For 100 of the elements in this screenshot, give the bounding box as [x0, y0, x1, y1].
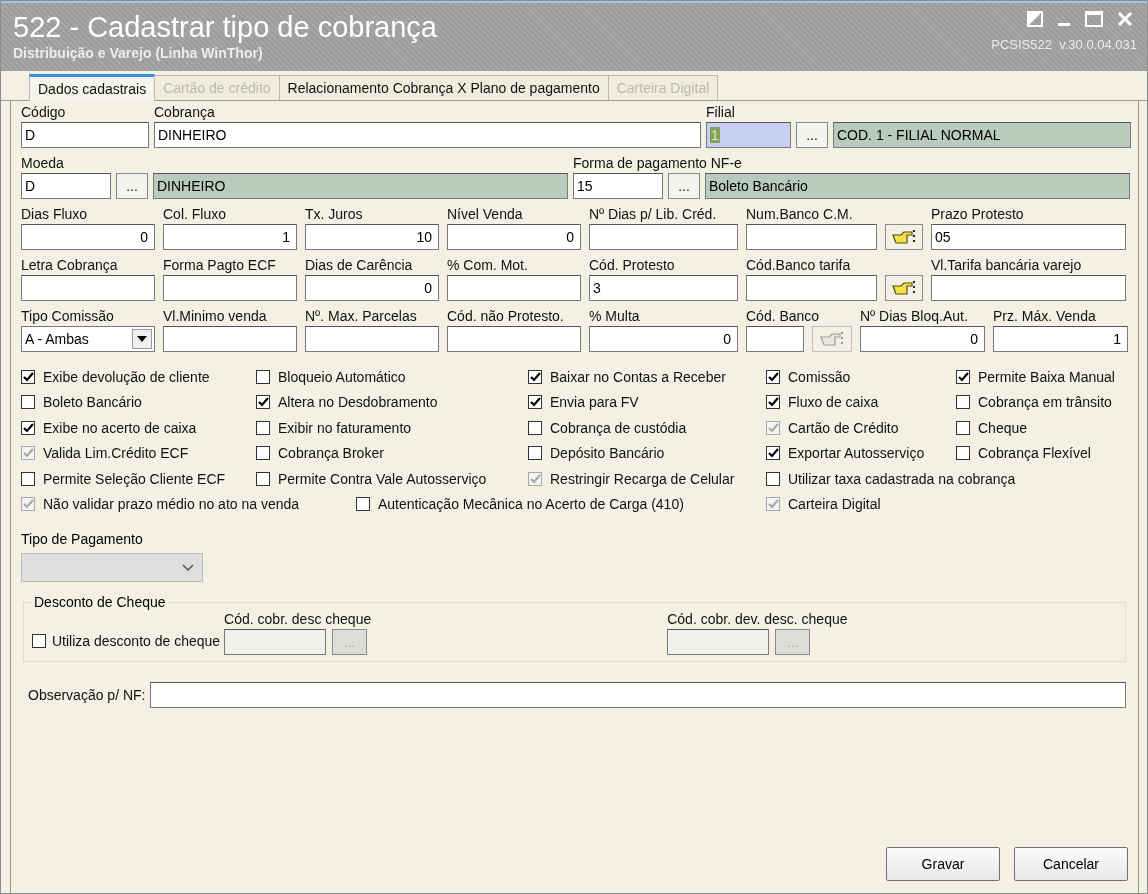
lookup-button[interactable]: ...	[116, 173, 148, 199]
tab[interactable]: Dados cadastrais	[29, 74, 156, 101]
checkbox[interactable]	[766, 395, 780, 410]
checkbox-label: Permite Contra Vale Autosserviço	[278, 470, 487, 487]
input-field[interactable]	[746, 224, 877, 250]
dropdown-arrow-icon	[137, 336, 147, 342]
checkbox[interactable]	[766, 471, 780, 486]
picker-button[interactable]	[885, 275, 923, 301]
field-label: Prazo Protesto	[931, 205, 1025, 224]
input-field[interactable]: 10	[305, 224, 439, 250]
input-field[interactable]: 3	[589, 275, 738, 301]
input-field[interactable]	[21, 275, 155, 301]
input-field[interactable]: D	[21, 173, 111, 199]
checkbox[interactable]	[956, 420, 970, 435]
input-field[interactable]	[224, 629, 327, 655]
checkbox[interactable]	[356, 497, 370, 512]
field-label: Filial	[706, 103, 736, 122]
dropdown[interactable]: A - Ambas	[21, 326, 155, 352]
checkbox-label: Utilizar taxa cadastrada na cobrança	[788, 470, 1016, 487]
field-label: Cód. cobr. dev. desc. cheque	[667, 610, 848, 629]
checkbox-label: Exportar Autosserviço	[788, 445, 925, 462]
field-label: Col. Fluxo	[163, 205, 228, 224]
checkbox[interactable]	[21, 395, 35, 410]
checkbox[interactable]	[256, 446, 270, 461]
input-field[interactable]: 05	[931, 224, 1126, 250]
input-field[interactable]: 0	[447, 224, 581, 250]
pointing-hand-icon	[819, 330, 845, 348]
checkbox[interactable]	[528, 446, 542, 461]
half-square-icon[interactable]	[1027, 11, 1043, 27]
input-field[interactable]	[589, 224, 738, 250]
field-label: Nível Venda	[447, 205, 524, 224]
field-label: Código	[21, 103, 67, 122]
readonly-field: DINHEIRO	[153, 173, 568, 199]
field-label: Cód. cobr. desc cheque	[224, 610, 372, 629]
tab[interactable]: Relacionamento Cobrança X Plano de pagamento	[278, 75, 609, 100]
checkbox[interactable]	[956, 446, 970, 461]
close-icon[interactable]	[1117, 11, 1133, 27]
input-field[interactable]: 0	[589, 326, 738, 352]
field-label: % Multa	[589, 307, 641, 326]
input-field[interactable]: DINHEIRO	[154, 122, 701, 148]
input-field[interactable]: 1	[993, 326, 1128, 352]
checkbox[interactable]	[256, 420, 270, 435]
maximize-icon[interactable]	[1085, 11, 1103, 27]
field-label: Cód.Banco tarifa	[746, 256, 852, 275]
checkbox[interactable]	[21, 369, 35, 384]
group-title: Desconto de Cheque	[33, 594, 167, 610]
input-field[interactable]: 0	[305, 275, 439, 301]
input-field[interactable]	[746, 326, 804, 352]
checkbox[interactable]	[256, 395, 270, 410]
input-field[interactable]	[447, 275, 581, 301]
checkbox[interactable]	[956, 369, 970, 384]
checkbox-label: Boleto Bancário	[43, 394, 142, 411]
field-label: Cód. Protesto	[589, 256, 676, 275]
input-field[interactable]	[163, 326, 297, 352]
checkbox[interactable]	[21, 471, 35, 486]
field-label: Nº Dias p/ Lib. Créd.	[589, 205, 718, 224]
checkbox-label: Depósito Bancário	[550, 445, 665, 462]
checkbox-label: Carteira Digital	[788, 496, 881, 513]
input-field[interactable]	[746, 275, 877, 301]
checkbox-label: Cobrança Broker	[278, 445, 384, 462]
field-label: Tipo de Pagamento	[21, 531, 144, 549]
lookup-button[interactable]: ...	[796, 122, 828, 148]
checkbox[interactable]	[32, 634, 46, 648]
checkbox[interactable]	[766, 446, 780, 461]
checkbox[interactable]	[766, 369, 780, 384]
checkbox-label: Exibe devolução de cliente	[43, 368, 210, 385]
checkbox[interactable]	[956, 395, 970, 410]
field-label: Forma de pagamento NF-e	[573, 154, 742, 173]
input-field[interactable]: 15	[573, 173, 663, 199]
input-field[interactable]	[149, 682, 1126, 708]
input-field[interactable]	[163, 275, 297, 301]
lookup-button[interactable]: ...	[668, 173, 700, 199]
checkbox[interactable]	[256, 471, 270, 486]
input-field[interactable]	[447, 326, 581, 352]
field-label: Nº. Max. Parcelas	[305, 307, 418, 326]
checkbox[interactable]	[528, 395, 542, 410]
input-field[interactable]: 0	[21, 224, 155, 250]
input-field[interactable]	[305, 326, 439, 352]
pointing-hand-icon	[891, 279, 917, 297]
checkbox-label: Envia para FV	[550, 394, 639, 411]
picker-button[interactable]	[885, 224, 923, 250]
checkbox[interactable]	[21, 420, 35, 435]
checkbox[interactable]	[256, 369, 270, 384]
field-label: Cód. Banco	[746, 307, 820, 326]
input-field[interactable]	[667, 629, 770, 655]
window-title: 522 - Cadastrar tipo de cobrança	[13, 11, 437, 43]
input-field[interactable]: D	[21, 122, 149, 148]
input-field[interactable]	[931, 275, 1126, 301]
input-field[interactable]: 0	[860, 326, 985, 352]
dialog-button[interactable]: Cancelar	[1014, 847, 1128, 881]
checkbox[interactable]	[528, 369, 542, 384]
dialog-button[interactable]: Gravar	[886, 847, 1000, 881]
readonly-field: COD. 1 - FILIAL NORMAL	[833, 122, 1131, 148]
field-label: Dias Fluxo	[21, 205, 89, 224]
input-field[interactable]: 1	[163, 224, 297, 250]
field-label: Letra Cobrança	[21, 256, 119, 275]
checkbox-label: Permite Seleção Cliente ECF	[43, 470, 226, 487]
window-subtitle: Distribuição e Varejo (Linha WinThor)	[13, 45, 264, 61]
checkbox[interactable]	[528, 420, 542, 435]
checkbox-label: Altera no Desdobramento	[278, 394, 438, 411]
